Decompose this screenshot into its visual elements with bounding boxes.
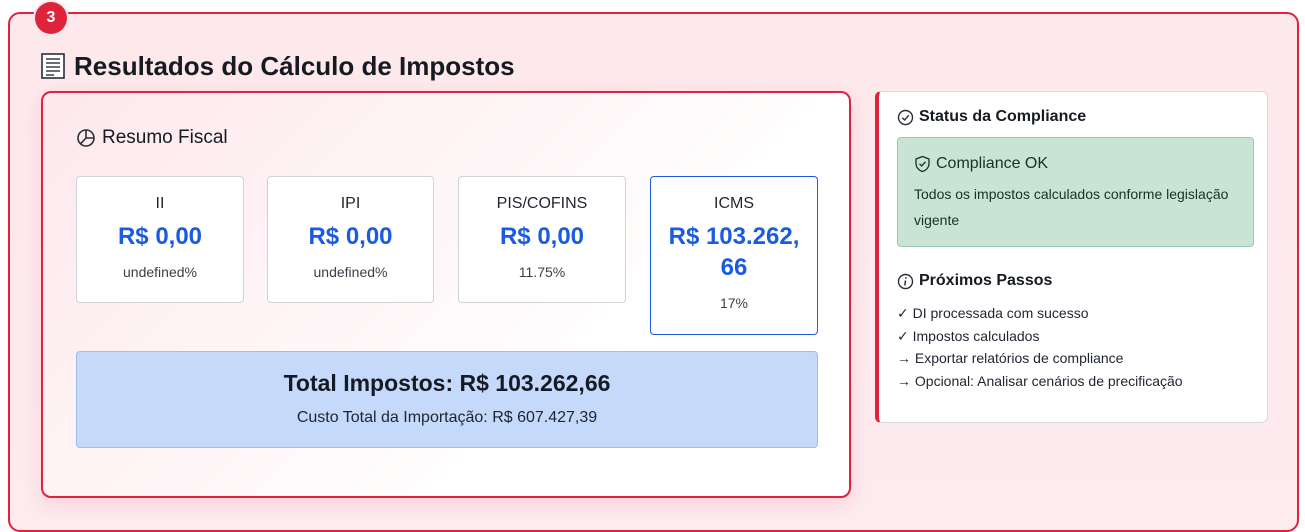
tax-box-pis-cofins: PIS/COFINS R$ 0,00 11.75% [458, 176, 626, 303]
tax-value: R$ 103.262, 66 [668, 223, 800, 281]
tax-value: R$ 0,00 [117, 223, 203, 250]
list-item: ✓ Impostos calculados [897, 327, 1040, 344]
total-taxes-box: Total Impostos: R$ 103.262,66 Custo Tota… [76, 351, 818, 448]
tax-value: R$ 0,00 [499, 223, 585, 250]
tax-rate: undefined% [313, 264, 388, 280]
check-circle-icon [897, 109, 914, 126]
tax-label: IPI [340, 195, 361, 212]
list-item: ✓ DI processada com sucesso [897, 305, 1089, 321]
tax-value: R$ 0,00 [308, 223, 393, 250]
step-badge: 3 [35, 2, 67, 34]
shield-check-icon [914, 155, 931, 173]
summary-title-text: Resumo Fiscal [102, 127, 228, 148]
pie-chart-icon [76, 128, 96, 148]
info-icon [897, 273, 914, 290]
tax-label: II [155, 195, 165, 212]
tax-label: PIS/COFINS [496, 195, 588, 212]
fiscal-summary-card: Resumo Fiscal II R$ 0,00 undefined% IPI … [41, 91, 851, 498]
tax-box-ipi: IPI R$ 0,00 undefined% [267, 176, 434, 303]
tax-box-icms: ICMS R$ 103.262, 66 17% [650, 176, 818, 335]
tax-rate: 17% [719, 295, 749, 311]
compliance-ok-text: Todos os impostos calculados conforme le… [914, 186, 1229, 228]
tax-rate: 11.75% [518, 264, 566, 280]
compliance-heading-text: Status da Compliance [919, 108, 1087, 125]
tax-box-ii: II R$ 0,00 undefined% [76, 176, 244, 303]
compliance-ok-title: Compliance OK [914, 155, 1237, 173]
section-title: Resultados do Cálculo de Impostos [40, 48, 515, 84]
receipt-icon [40, 52, 66, 80]
compliance-ok-title-text: Compliance OK [936, 155, 1049, 172]
compliance-card: Status da Compliance Compliance OK Todos… [875, 91, 1268, 423]
tax-label: ICMS [714, 195, 754, 212]
next-steps-heading-text: Próximos Passos [919, 272, 1053, 289]
list-item: → Exportar relatórios de compliance [897, 350, 1124, 366]
compliance-heading: Status da Compliance [897, 108, 1086, 126]
total-taxes: Total Impostos: R$ 103.262,66 [283, 370, 611, 396]
list-item: → Opcional: Analisar cenários de precifi… [897, 372, 1183, 389]
next-steps-heading: Próximos Passos [897, 272, 1052, 290]
summary-title: Resumo Fiscal [76, 127, 228, 149]
section-title-text: Resultados do Cálculo de Impostos [74, 50, 515, 81]
tax-rate: undefined% [123, 264, 197, 280]
compliance-ok-box: Compliance OK Todos os impostos calculad… [897, 137, 1254, 247]
import-total-cost: Custo Total da Importação: R$ 607.427,39 [296, 409, 598, 426]
next-steps-list: ✓ DI processada com sucesso ✓ Impostos c… [897, 302, 1183, 392]
